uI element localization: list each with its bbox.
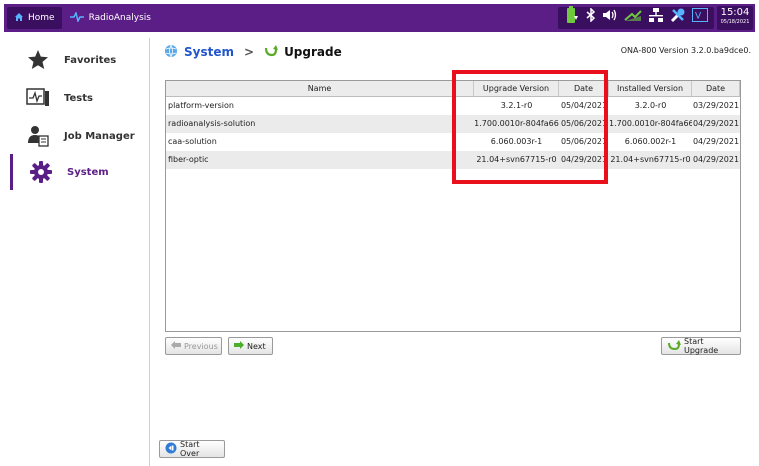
cell-name: platform-version — [168, 101, 234, 110]
system-globe-icon — [164, 44, 178, 61]
bluetooth-icon[interactable] — [586, 7, 596, 29]
header-installed-version[interactable]: Installed Version — [609, 81, 692, 96]
sidebar-item-label: Favorites — [64, 54, 117, 66]
star-icon — [24, 48, 52, 72]
breadcrumb-separator: > — [244, 45, 255, 59]
arrow-left-icon — [171, 341, 181, 351]
cell-upgrade-date: 04/29/2021 — [560, 155, 608, 164]
version-label: ONA-800 Version 3.2.0.ba9dce0. — [620, 46, 751, 55]
previous-label: Previous — [184, 341, 218, 351]
cell-installed-date: 04/29/2021 — [692, 137, 740, 146]
sidebar-item-tests[interactable]: Tests — [10, 80, 150, 116]
clock-date: 05/18/2021 — [720, 19, 750, 25]
network-icon[interactable] — [648, 7, 664, 30]
previous-button[interactable]: Previous — [165, 337, 222, 355]
cell-name: radioanalysis-solution — [168, 119, 256, 128]
tools-icon[interactable] — [670, 7, 686, 30]
sidebar-item-system[interactable]: System — [10, 154, 150, 190]
sidebar: Favorites Tests Job Manager System — [10, 38, 150, 466]
cell-upgrade-version: 21.04+svn67715-r0 — [476, 155, 557, 164]
restart-icon — [165, 442, 177, 456]
next-button[interactable]: Next — [228, 337, 273, 355]
cell-installed-version: 6.060.002r-1 — [624, 137, 677, 146]
breadcrumb-upgrade: Upgrade — [284, 45, 342, 59]
upgrade-arrow-icon — [667, 339, 681, 353]
header-upgrade-date[interactable]: Date — [559, 81, 609, 96]
upgrade-arrow-icon — [264, 44, 279, 60]
cell-installed-version: 1.700.0010r-804fa66 — [609, 119, 692, 128]
header-installed-date[interactable]: Date — [692, 81, 740, 96]
header-upgrade-version[interactable]: Upgrade Version — [474, 81, 559, 96]
gear-icon — [27, 160, 55, 184]
app-tab-radioanalysis[interactable]: RadioAnalysis — [62, 4, 159, 32]
pulse-icon — [69, 10, 84, 25]
cell-installed-date: 04/29/2021 — [692, 119, 740, 128]
volume-icon[interactable] — [602, 7, 618, 29]
cell-upgrade-version: 1.700.0010r-804fa66 — [474, 119, 559, 128]
start-over-button[interactable]: Start Over — [159, 440, 225, 458]
app-label: RadioAnalysis — [88, 13, 151, 23]
cell-installed-date: 03/29/2021 — [692, 101, 740, 110]
tests-icon — [24, 86, 52, 110]
home-tab[interactable]: Home — [7, 7, 62, 29]
cell-upgrade-version: 3.2.1-r0 — [500, 101, 533, 110]
header-name[interactable]: Name — [166, 81, 474, 96]
table-row[interactable]: radioanalysis-solution 1.700.0010r-804fa… — [166, 115, 740, 133]
sidebar-item-label: Tests — [64, 92, 93, 104]
cell-upgrade-date: 05/04/2021 — [560, 101, 608, 110]
table-row[interactable]: caa-solution 6.060.003r-1 05/06/2021 6.0… — [166, 133, 740, 151]
sidebar-item-label: Job Manager — [64, 130, 135, 142]
breadcrumb: System > Upgrade — [164, 42, 342, 62]
cell-upgrade-date: 05/06/2021 — [560, 137, 608, 146]
main-panel: System > Upgrade ONA-800 Version 3.2.0.b… — [150, 38, 755, 466]
upgrade-table: Name Upgrade Version Date Installed Vers… — [165, 80, 741, 332]
sidebar-item-job-manager[interactable]: Job Manager — [10, 118, 150, 154]
home-icon — [14, 12, 24, 25]
top-bar: Home RadioAnalysis V 15:04 05/18/2021 — [4, 4, 755, 32]
status-tray: V — [558, 5, 714, 31]
sidebar-item-label: System — [67, 166, 109, 178]
cell-installed-date: 04/29/2021 — [692, 155, 740, 164]
start-upgrade-button[interactable]: Start Upgrade — [661, 337, 741, 355]
table-header: Name Upgrade Version Date Installed Vers… — [166, 81, 740, 97]
vnc-icon[interactable]: V — [692, 7, 708, 29]
cell-upgrade-version: 6.060.003r-1 — [490, 137, 543, 146]
sidebar-item-favorites[interactable]: Favorites — [10, 42, 150, 78]
start-over-label: Start Over — [180, 440, 200, 458]
table-row[interactable]: fiber-optic 21.04+svn67715-r0 04/29/2021… — [166, 151, 740, 169]
signal-icon[interactable] — [624, 7, 642, 29]
home-label: Home — [28, 13, 55, 23]
cell-name: caa-solution — [168, 137, 217, 146]
cell-name: fiber-optic — [168, 155, 209, 164]
arrow-right-icon — [234, 341, 244, 351]
job-manager-icon — [24, 124, 52, 148]
cell-installed-version: 21.04+svn67715-r0 — [610, 155, 691, 164]
cell-upgrade-date: 05/06/2021 — [560, 119, 608, 128]
start-upgrade-label: Start Upgrade — [684, 337, 719, 355]
breadcrumb-system[interactable]: System — [184, 45, 234, 59]
clock: 15:04 05/18/2021 — [717, 6, 753, 30]
cell-installed-version: 3.2.0-r0 — [634, 101, 667, 110]
table-row[interactable]: platform-version 3.2.1-r0 05/04/2021 3.2… — [166, 97, 740, 115]
svg-text:V: V — [695, 12, 702, 22]
battery-charging-icon[interactable] — [564, 5, 580, 31]
clock-time: 15:04 — [720, 7, 750, 18]
next-label: Next — [247, 341, 266, 351]
